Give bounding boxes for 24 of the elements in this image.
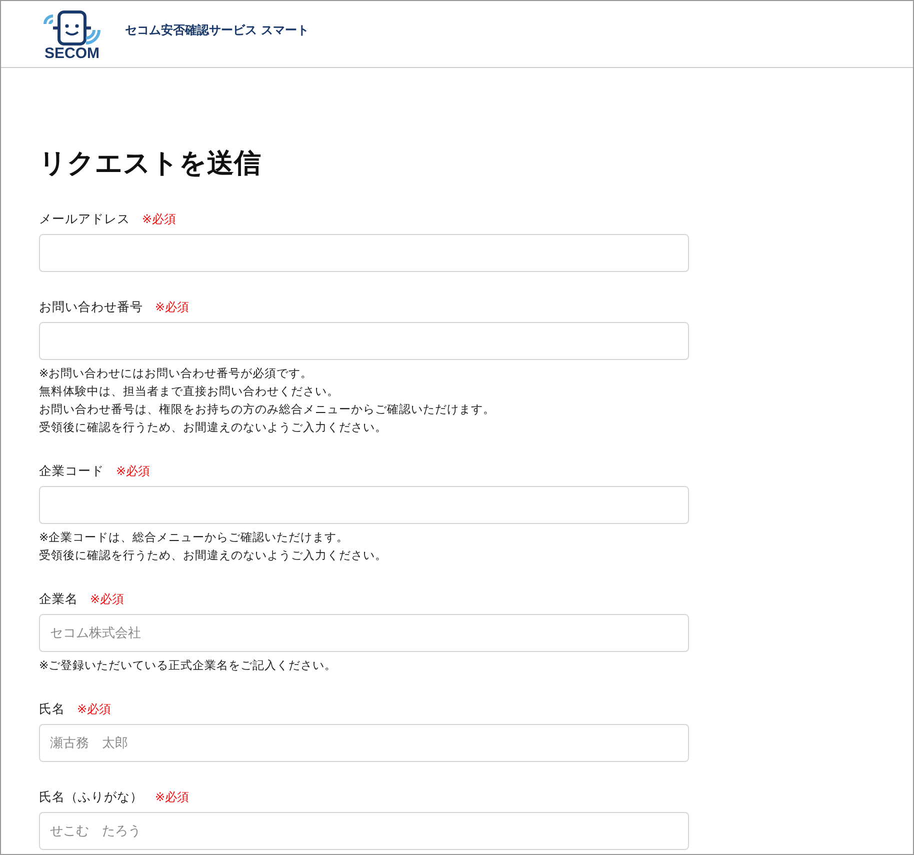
input-field[interactable] (39, 486, 689, 524)
required-tag: ※必須 (90, 590, 124, 608)
required-tag: ※必須 (77, 700, 112, 718)
input-field[interactable]: せこむ たろう (39, 812, 689, 850)
required-tag: ※必須 (155, 788, 190, 806)
help-text: ※ご登録いただいている正式企業名をご記入ください。 (39, 657, 338, 674)
field-label: お問い合わせ番号 (39, 298, 143, 316)
help-text: ※お問い合わせにはお問い合わせ番号が必須です。 無料体験中は、担当者まで直接お問い合わせください。 お問い合わせ番号は、権限をお持ちの方のみ総合メニューからご確認いただけます。 受領後に確認を行うため、お間違えのないようご入力ください。 (39, 365, 496, 436)
field-label: 氏名（ふりがな） (39, 788, 143, 806)
field-label: 企業コード (39, 462, 104, 480)
required-tag: ※必須 (142, 210, 176, 228)
required-tag: ※必須 (155, 298, 190, 316)
input-field[interactable]: 瀬古務 太郎 (39, 724, 689, 762)
required-tag: ※必須 (116, 462, 150, 480)
help-text: ※企業コードは、総合メニューからご確認いただけます。 受領後に確認を行うため、お間違えのないようご入力ください。 (39, 529, 388, 564)
page-title: リクエストを送信 (39, 148, 262, 180)
input-field[interactable]: セコム株式会社 (39, 614, 689, 652)
logo-text: SECOM (44, 46, 100, 62)
field-label: 企業名 (39, 590, 78, 608)
input-field[interactable] (39, 234, 689, 272)
input-field[interactable] (39, 322, 689, 360)
field-label: 氏名 (39, 700, 65, 718)
field-label: メールアドレス (39, 210, 130, 228)
service-name: セコム安否確認サービス スマート (125, 22, 310, 38)
